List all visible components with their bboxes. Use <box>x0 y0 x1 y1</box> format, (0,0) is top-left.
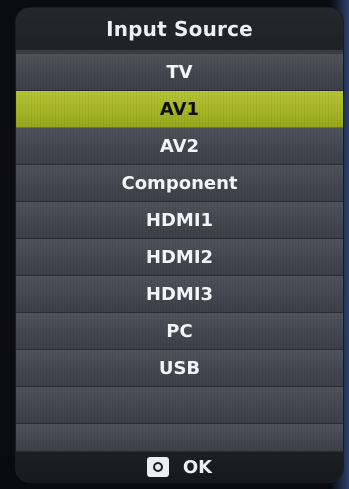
empty-list-row <box>16 424 343 452</box>
input-option-usb[interactable]: USB <box>16 350 343 387</box>
input-option-hdmi2[interactable]: HDMI2 <box>16 239 343 276</box>
input-option-av1[interactable]: AV1 <box>16 91 343 128</box>
input-source-menu: Input Source TV AV1 AV2 Component HDMI1 … <box>16 8 343 482</box>
menu-footer: OK <box>16 452 343 482</box>
ok-label: OK <box>182 456 213 478</box>
input-source-list: TV AV1 AV2 Component HDMI1 HDMI2 HDMI3 P… <box>16 54 343 452</box>
input-option-hdmi3[interactable]: HDMI3 <box>16 276 343 313</box>
input-option-component[interactable]: Component <box>16 165 343 202</box>
input-option-pc[interactable]: PC <box>16 313 343 350</box>
remote-ok-icon <box>146 457 169 477</box>
menu-title: Input Source <box>16 8 343 50</box>
empty-list-row <box>16 387 343 424</box>
input-option-av2[interactable]: AV2 <box>16 128 343 165</box>
input-option-tv[interactable]: TV <box>16 54 343 91</box>
input-option-hdmi1[interactable]: HDMI1 <box>16 202 343 239</box>
